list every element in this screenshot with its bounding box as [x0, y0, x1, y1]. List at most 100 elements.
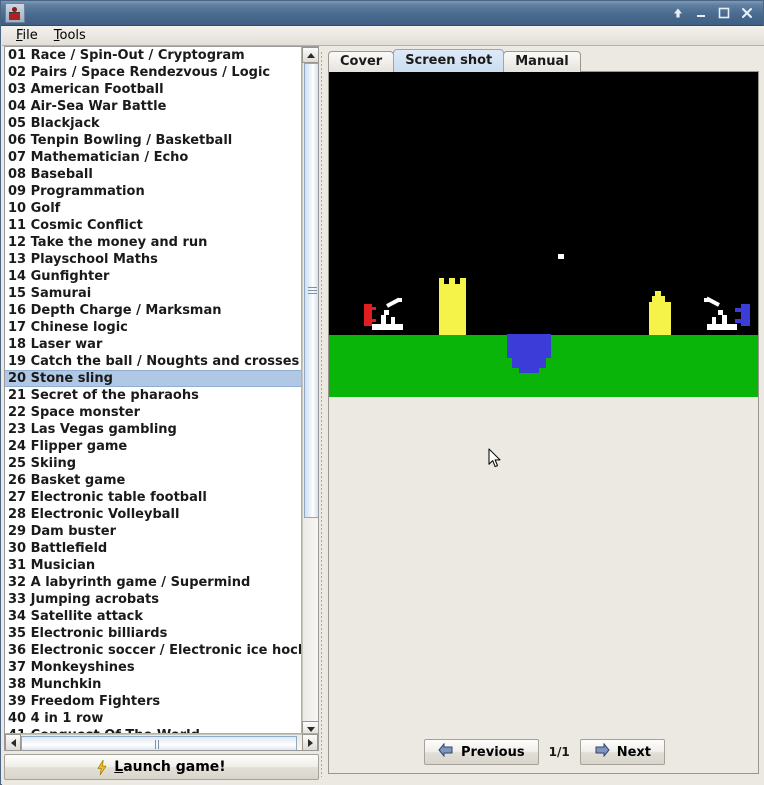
next-button[interactable]: Next: [579, 739, 665, 765]
game-list-item[interactable]: 18 Laser war: [5, 336, 302, 353]
game-list-item[interactable]: 39 Freedom Fighters: [5, 693, 302, 710]
game-list-item[interactable]: 28 Electronic Volleyball: [5, 506, 302, 523]
game-list-item[interactable]: 05 Blackjack: [5, 115, 302, 132]
game-list-item[interactable]: 27 Electronic table football: [5, 489, 302, 506]
player-blue-arm-lower: [735, 319, 741, 323]
game-screenshot-image: [329, 72, 758, 397]
detail-panel: Cover Screen shot Manual Previous 1/1 Ne…: [324, 46, 762, 783]
maximize-button[interactable]: [717, 6, 731, 20]
game-list-item[interactable]: 35 Electronic billiards: [5, 625, 302, 642]
game-list-item[interactable]: 07 Mathematician / Echo: [5, 149, 302, 166]
horizontal-scroll-track[interactable]: [21, 734, 302, 750]
right-sling-joint: [718, 310, 723, 315]
game-list-item[interactable]: 04 Air-Sea War Battle: [5, 98, 302, 115]
game-list-item-label: 03 American Football: [8, 82, 164, 97]
game-list-item[interactable]: 06 Tenpin Bowling / Basketball: [5, 132, 302, 149]
game-list-vertical-scrollbar[interactable]: [301, 47, 318, 737]
launch-game-text: aunch game!: [123, 759, 226, 775]
game-list-item-label: 16 Depth Charge / Marksman: [8, 303, 222, 318]
scroll-up-button[interactable]: [302, 47, 318, 63]
game-list-item[interactable]: 22 Space monster: [5, 404, 302, 421]
tab-manual[interactable]: Manual: [503, 51, 581, 72]
left-sling-post: [381, 315, 386, 325]
game-list-item-label: 39 Freedom Fighters: [8, 694, 161, 709]
game-list-item[interactable]: 36 Electronic soccer / Electronic ice ho…: [5, 642, 302, 659]
game-list-item[interactable]: 08 Baseball: [5, 166, 302, 183]
game-list-item[interactable]: 25 Skiing: [5, 455, 302, 472]
game-list-item[interactable]: 21 Secret of the pharaohs: [5, 387, 302, 404]
game-list-item[interactable]: 01 Race / Spin-Out / Cryptogram: [5, 47, 302, 64]
projectile-dot: [558, 254, 564, 259]
launch-game-label: Launch game!: [114, 759, 226, 775]
game-list-item[interactable]: 12 Take the money and run: [5, 234, 302, 251]
left-tower-merlon-2: [449, 278, 455, 285]
triangle-left-icon: [10, 738, 16, 747]
game-list-item-label: 09 Programmation: [8, 184, 145, 199]
horizontal-scroll-thumb[interactable]: [21, 736, 297, 750]
game-list-item[interactable]: 09 Programmation: [5, 183, 302, 200]
game-list-item[interactable]: 31 Musician: [5, 557, 302, 574]
menu-file[interactable]: File: [8, 27, 46, 45]
shade-button[interactable]: [671, 6, 685, 20]
scroll-left-button[interactable]: [5, 734, 21, 750]
game-list-item[interactable]: 34 Satellite attack: [5, 608, 302, 625]
game-list-item[interactable]: 29 Dam buster: [5, 523, 302, 540]
menu-tools[interactable]: Tools: [46, 27, 94, 45]
game-list-item[interactable]: 16 Depth Charge / Marksman: [5, 302, 302, 319]
menu-tools-label: ools: [59, 27, 86, 43]
splitter-dots: [321, 52, 322, 777]
launch-game-button[interactable]: Launch game!: [4, 754, 319, 780]
game-list[interactable]: 01 Race / Spin-Out / Cryptogram 02 Pairs …: [5, 47, 302, 737]
tab-strip: Cover Screen shot Manual: [328, 49, 581, 72]
game-list-item[interactable]: 19 Catch the ball / Noughts and crosses: [5, 353, 302, 370]
game-list-item[interactable]: 13 Playschool Maths: [5, 251, 302, 268]
game-list-item[interactable]: 40 4 in 1 row: [5, 710, 302, 727]
minimize-button[interactable]: [694, 6, 708, 20]
launch-button-area: Launch game!: [4, 754, 319, 782]
game-list-item[interactable]: 26 Basket game: [5, 472, 302, 489]
game-list-item-label: 19 Catch the ball / Noughts and crosses: [8, 354, 300, 369]
game-list-item[interactable]: 10 Golf: [5, 200, 302, 217]
game-list-item-label: 30 Battlefield: [8, 541, 108, 556]
game-list-item[interactable]: 14 Gunfighter: [5, 268, 302, 285]
screenshot-navigation: Previous 1/1 Next: [329, 737, 760, 767]
game-list-item[interactable]: 20 Stone sling: [5, 370, 302, 387]
player-red-body: [364, 304, 372, 326]
player-blue-arm-upper: [735, 308, 741, 312]
tab-cover[interactable]: Cover: [328, 51, 395, 72]
game-list-item[interactable]: 17 Chinese logic: [5, 319, 302, 336]
game-list-item[interactable]: 15 Samurai: [5, 285, 302, 302]
title-bar: [1, 1, 763, 26]
vertical-scroll-track[interactable]: [302, 63, 318, 721]
game-list-item[interactable]: 23 Las Vegas gambling: [5, 421, 302, 438]
game-list-item[interactable]: 33 Jumping acrobats: [5, 591, 302, 608]
left-sling-tip: [397, 298, 402, 302]
game-list-item-label: 13 Playschool Maths: [8, 252, 158, 267]
game-list-item[interactable]: 02 Pairs / Space Rendezvous / Logic: [5, 64, 302, 81]
left-sling-joint: [384, 310, 389, 315]
game-list-item-label: 29 Dam buster: [8, 524, 116, 539]
game-list-item[interactable]: 30 Battlefield: [5, 540, 302, 557]
scroll-grip-h-icon: [155, 740, 163, 749]
vertical-scroll-thumb[interactable]: [304, 63, 318, 518]
game-list-item-label: 28 Electronic Volleyball: [8, 507, 180, 522]
game-list-item-label: 02 Pairs / Space Rendezvous / Logic: [8, 65, 271, 80]
game-list-item-label: 23 Las Vegas gambling: [8, 422, 177, 437]
game-list-item[interactable]: 38 Munchkin: [5, 676, 302, 693]
game-list-item[interactable]: 24 Flipper game: [5, 438, 302, 455]
tab-screen-shot[interactable]: Screen shot: [393, 49, 505, 72]
game-list-item[interactable]: 37 Monkeyshines: [5, 659, 302, 676]
right-sling-tip: [704, 298, 709, 302]
left-tower-merlon-1: [439, 278, 444, 285]
previous-button[interactable]: Previous: [423, 739, 539, 765]
scroll-right-button[interactable]: [302, 734, 318, 750]
page-indicator: 1/1: [548, 745, 570, 759]
game-list-item[interactable]: 32 A labyrinth game / Supermind: [5, 574, 302, 591]
game-list-horizontal-scrollbar[interactable]: [5, 733, 318, 750]
game-list-item[interactable]: 11 Cosmic Conflict: [5, 217, 302, 234]
game-list-item-label: 27 Electronic table football: [8, 490, 207, 505]
close-button[interactable]: [740, 6, 754, 20]
game-list-item[interactable]: 03 American Football: [5, 81, 302, 98]
game-list-item-label: 17 Chinese logic: [8, 320, 128, 335]
game-list-item-label: 40 4 in 1 row: [8, 711, 104, 726]
